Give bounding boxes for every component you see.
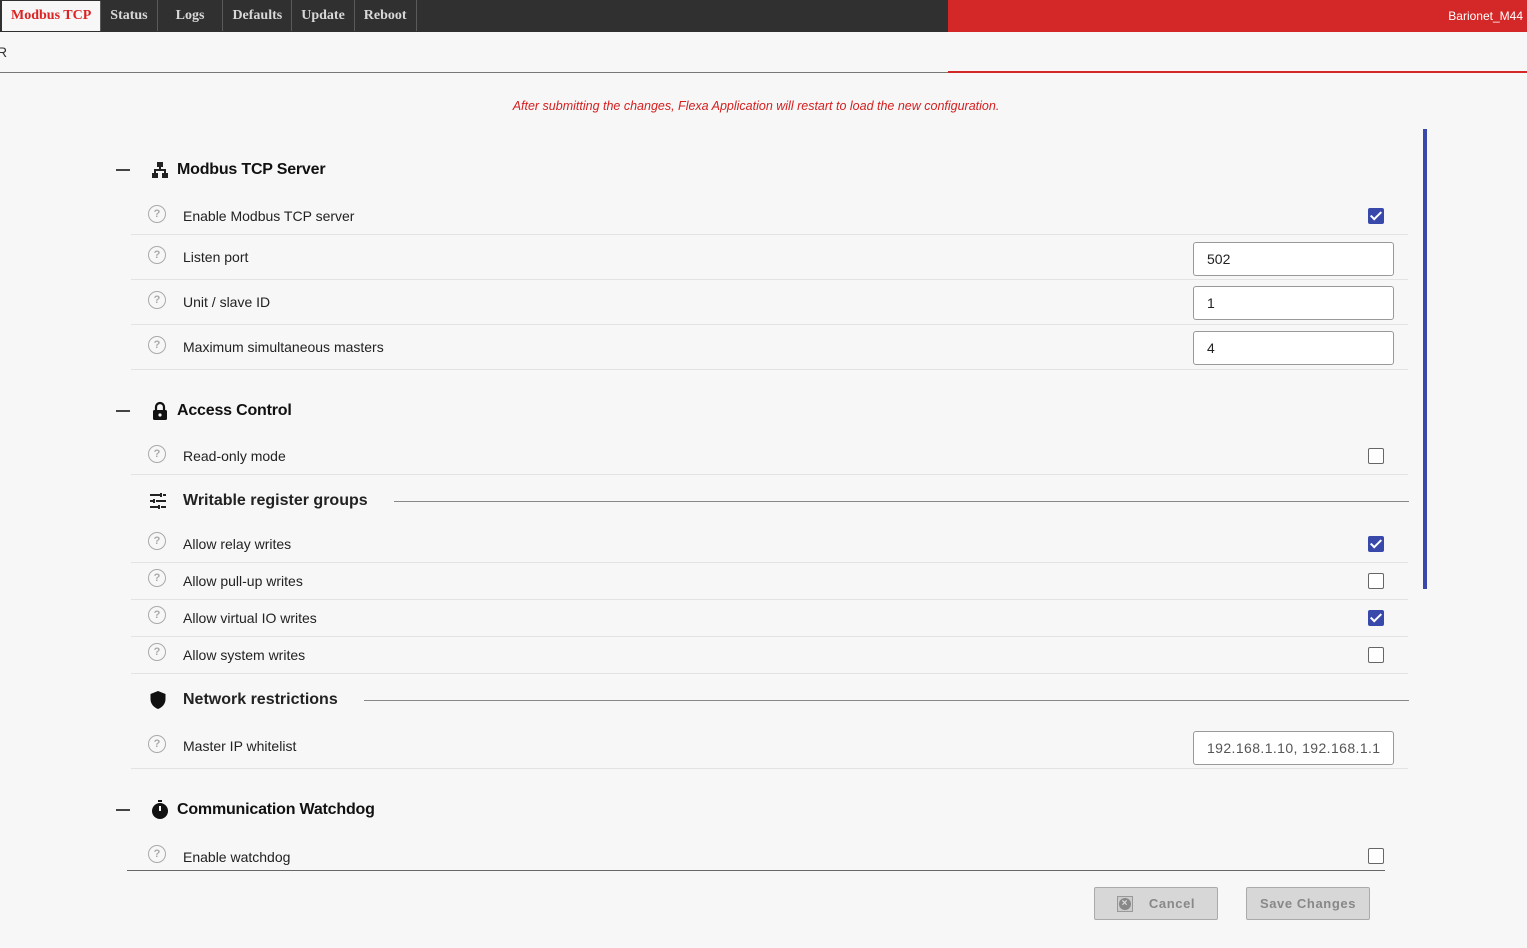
setting-row-unit-id: ? Unit / slave ID: [131, 280, 1408, 325]
pullup-writes-checkbox[interactable]: [1368, 573, 1384, 589]
tab-logs[interactable]: Logs: [158, 0, 224, 31]
divider: [393, 500, 1409, 502]
brand-underline: [948, 71, 1527, 73]
enable-server-checkbox[interactable]: [1368, 208, 1384, 224]
setting-label: Allow relay writes: [183, 536, 292, 552]
help-icon[interactable]: ?: [148, 606, 166, 624]
help-icon[interactable]: ?: [148, 445, 166, 463]
setting-row-readonly: ? Read-only mode: [131, 437, 1408, 475]
setting-label: Master IP whitelist: [183, 738, 297, 754]
setting-row-enable-server: ? Enable Modbus TCP server: [131, 197, 1408, 235]
top-navigation-bar: Modbus TCP Status Logs Defaults Update R…: [0, 0, 1527, 32]
listen-port-input[interactable]: [1193, 242, 1394, 276]
sub-header-bar: R: [0, 32, 1527, 73]
unit-id-input[interactable]: [1193, 286, 1394, 320]
readonly-checkbox[interactable]: [1368, 448, 1384, 464]
ip-whitelist-input[interactable]: [1193, 731, 1394, 765]
subsection-writable-groups: Writable register groups: [148, 489, 1409, 513]
lock-icon: [150, 401, 170, 421]
section-title: Access Control: [177, 402, 292, 419]
cancel-label: Cancel: [1148, 896, 1196, 911]
collapse-icon[interactable]: [116, 809, 130, 811]
setting-row-ip-whitelist: ? Master IP whitelist: [131, 724, 1408, 769]
divider: [363, 699, 1409, 701]
help-icon[interactable]: ?: [148, 845, 166, 863]
scrollbar-thumb[interactable]: [1423, 129, 1427, 589]
tab-defaults[interactable]: Defaults: [223, 0, 293, 31]
setting-label: Allow pull-up writes: [183, 573, 303, 589]
setting-row-pullup-writes: ? Allow pull-up writes: [131, 563, 1408, 600]
setting-label: Enable Modbus TCP server: [183, 208, 355, 224]
setting-label: Allow virtual IO writes: [183, 610, 317, 626]
setting-label: Enable watchdog: [183, 849, 291, 865]
help-icon[interactable]: ?: [148, 336, 166, 354]
tab-list: Modbus TCP Status Logs Defaults Update R…: [0, 0, 417, 32]
setting-label: Read-only mode: [183, 448, 286, 464]
help-icon[interactable]: ?: [148, 246, 166, 264]
setting-row-max-masters: ? Maximum simultaneous masters: [131, 325, 1408, 370]
setting-label: Maximum simultaneous masters: [183, 339, 384, 355]
save-label: Save Changes: [1259, 896, 1357, 911]
max-masters-input[interactable]: [1193, 331, 1394, 365]
help-icon[interactable]: ?: [148, 735, 166, 753]
section-header-watchdog[interactable]: Communication Watchdog: [116, 797, 375, 823]
setting-label: Unit / slave ID: [183, 294, 271, 310]
enable-watchdog-checkbox[interactable]: [1368, 848, 1384, 864]
shield-icon: [148, 690, 168, 710]
virtual-writes-checkbox[interactable]: [1368, 610, 1384, 626]
setting-row-enable-watchdog: ? Enable watchdog: [131, 838, 1408, 870]
setting-label: Allow system writes: [183, 647, 306, 663]
tab-status[interactable]: Status: [101, 0, 158, 31]
truncated-label: R: [0, 44, 8, 60]
collapse-icon[interactable]: [116, 169, 130, 171]
help-icon[interactable]: ?: [148, 205, 166, 223]
help-icon[interactable]: ?: [148, 532, 166, 550]
restart-notice: After submitting the changes, Flexa Appl…: [512, 99, 1000, 113]
setting-row-listen-port: ? Listen port: [131, 235, 1408, 280]
setting-row-virtual-writes: ? Allow virtual IO writes: [131, 600, 1408, 637]
subsection-network-restrictions: Network restrictions: [148, 688, 1409, 712]
section-header-access-control[interactable]: Access Control: [116, 398, 292, 424]
save-changes-button[interactable]: Save Changes: [1246, 887, 1370, 920]
setting-row-system-writes: ? Allow system writes: [131, 637, 1408, 674]
subsection-title: Writable register groups: [183, 492, 368, 509]
help-icon[interactable]: ?: [148, 643, 166, 661]
collapse-icon[interactable]: [116, 410, 130, 412]
subsection-title: Network restrictions: [183, 691, 338, 708]
cancel-button[interactable]: × Cancel: [1094, 887, 1218, 920]
device-name: Barionet_M44: [948, 0, 1527, 32]
section-title: Modbus TCP Server: [177, 161, 326, 178]
tab-reboot[interactable]: Reboot: [355, 0, 417, 31]
footer-divider: [127, 870, 1385, 871]
tune-icon: [148, 491, 168, 511]
section-header-modbus-server[interactable]: Modbus TCP Server: [116, 157, 326, 183]
tab-update[interactable]: Update: [292, 0, 355, 31]
system-writes-checkbox[interactable]: [1368, 647, 1384, 663]
relay-writes-checkbox[interactable]: [1368, 536, 1384, 552]
stopwatch-icon: [150, 800, 170, 820]
sitemap-icon: [150, 160, 170, 180]
section-title: Communication Watchdog: [177, 801, 375, 818]
setting-label: Listen port: [183, 249, 249, 265]
setting-row-relay-writes: ? Allow relay writes: [131, 526, 1408, 563]
tab-modbus-tcp[interactable]: Modbus TCP: [2, 1, 102, 31]
help-icon[interactable]: ?: [148, 291, 166, 309]
help-icon[interactable]: ?: [148, 569, 166, 587]
cancel-icon: ×: [1116, 895, 1133, 912]
